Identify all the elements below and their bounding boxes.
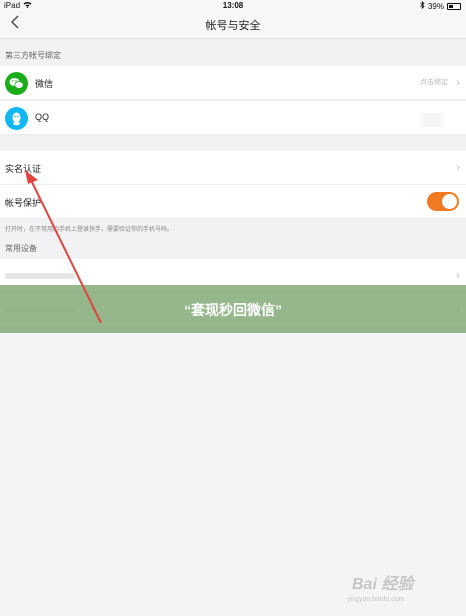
qq-binding-row[interactable]: QQ (0, 101, 466, 135)
real-name-row[interactable]: 实名认证 › (0, 151, 466, 185)
wechat-label: 微信 (35, 79, 54, 89)
status-time: 13:08 (222, 1, 244, 10)
qq-label: QQ (35, 112, 50, 122)
devices-header: 常用设备 (5, 244, 37, 253)
navigation-bar: 帐号与安全 (0, 11, 466, 39)
status-bar: iPad 13:08 39% (0, 0, 466, 11)
chevron-right-icon: › (456, 268, 460, 282)
account-protection-row: 帐号保护 (0, 185, 466, 219)
overlay-banner: “套现秒回微信” (0, 285, 466, 333)
third-party-header: 第三方帐号绑定 (5, 51, 61, 60)
battery-icon (447, 2, 461, 10)
device-name-blurred (5, 273, 75, 279)
qq-icon (5, 107, 28, 130)
battery-percent: 39% (427, 1, 444, 11)
wechat-icon (5, 72, 28, 95)
status-right: 39% (420, 0, 461, 11)
blurred-area (420, 113, 444, 127)
real-name-label: 实名认证 (5, 164, 42, 174)
protection-toggle[interactable] (427, 192, 459, 211)
account-protection-label: 帐号保护 (5, 198, 42, 208)
wechat-binding-row[interactable]: 微信 点击绑定 › (0, 66, 466, 100)
protection-note: 打开时，在不常用的手机上登录快手，需要验证你的手机号码。 (5, 227, 174, 233)
watermark-url: jingyan.baidu.com (348, 596, 405, 603)
bluetooth-icon (420, 0, 425, 11)
page-title: 帐号与安全 (205, 20, 261, 32)
bind-hint: 点击绑定 (420, 79, 448, 86)
chevron-right-icon: › (456, 75, 460, 89)
watermark-logo: Bai 经验 (352, 576, 414, 593)
chevron-right-icon: › (456, 160, 460, 174)
banner-text: “套现秒回微信” (184, 302, 282, 318)
